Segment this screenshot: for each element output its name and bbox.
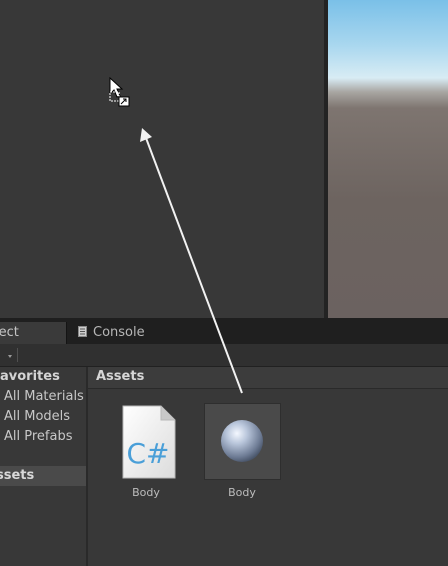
tab-console[interactable]: Console [78, 322, 188, 344]
sidebar-item-all-models[interactable]: All Models [4, 409, 70, 424]
hierarchy-panel[interactable] [0, 0, 324, 318]
create-dropdown[interactable] [0, 347, 16, 363]
tab-project[interactable]: ject [0, 322, 67, 344]
csharp-script-icon[interactable]: C# [121, 405, 177, 479]
toolbar-separator [17, 348, 18, 362]
tab-bar [0, 318, 448, 344]
material-sphere-icon[interactable] [218, 417, 266, 465]
asset-label[interactable]: Body [202, 486, 282, 499]
tab-console-label: Console [93, 325, 145, 340]
assets-breadcrumb[interactable]: Assets [96, 369, 144, 384]
panel-splitter[interactable] [86, 367, 88, 566]
sidebar-item-assets-label: ssets [0, 468, 35, 483]
project-toolbar [0, 344, 448, 367]
sidebar-item-all-prefabs[interactable]: All Prefabs [4, 429, 73, 444]
csharp-icon-text: C# [126, 437, 169, 470]
tab-project-label: ject [0, 325, 19, 340]
scene-view[interactable] [328, 0, 448, 318]
chevron-down-icon [8, 355, 12, 358]
asset-label[interactable]: Body [106, 486, 186, 499]
sidebar-item-all-materials[interactable]: All Materials [4, 389, 84, 404]
console-icon [78, 326, 87, 337]
favorites-heading[interactable]: avorites [0, 369, 60, 384]
